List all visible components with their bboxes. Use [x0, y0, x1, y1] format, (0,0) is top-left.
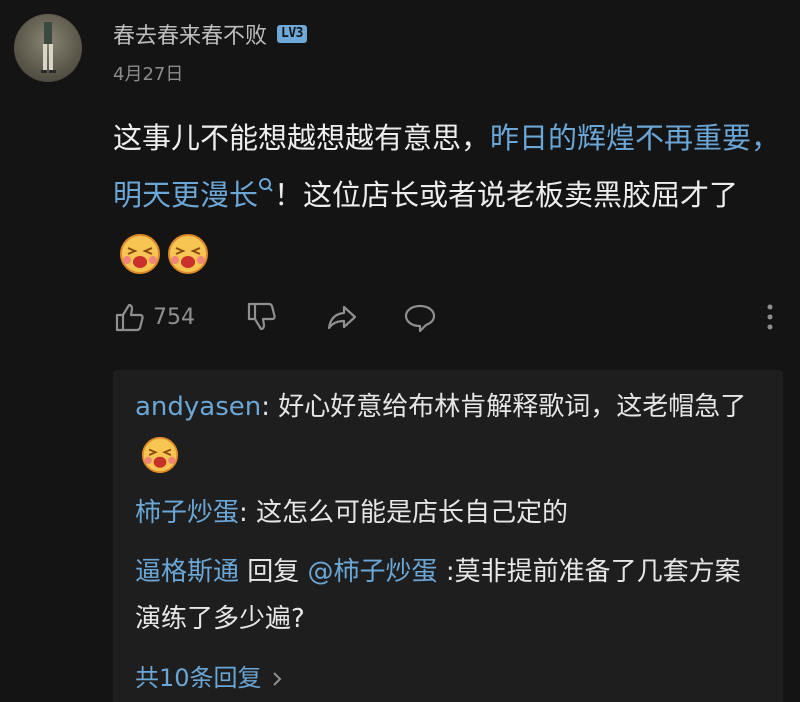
reply-word: 回复 — [239, 557, 308, 587]
laughing-face-emoji-icon — [120, 234, 160, 274]
reply-separator: : — [239, 498, 257, 528]
dislike-button[interactable] — [245, 300, 279, 334]
reply-item[interactable]: 柿子炒蛋: 这怎么可能是店长自己定的 — [135, 490, 763, 537]
reply-author[interactable]: 逼格斯通 — [135, 557, 239, 587]
author-name[interactable]: 春去春来春不败 — [113, 18, 267, 50]
avatar[interactable] — [14, 14, 82, 82]
comment-author[interactable]: 春去春来春不败 LV3 — [113, 18, 307, 50]
like-button[interactable]: 754 — [113, 300, 195, 334]
comment-icon — [404, 304, 436, 333]
search-icon — [259, 178, 273, 192]
view-more-replies-link[interactable]: 共10条回复 — [135, 655, 763, 702]
reply-text: 这怎么可能是店长自己定的 — [256, 498, 569, 528]
comment-actions: 754 — [113, 300, 783, 340]
comment-text-part: 这事儿不能想越想越有意思， — [113, 121, 491, 155]
avatar-figure-icon — [41, 22, 56, 73]
thumbs-down-icon — [247, 302, 276, 331]
thumbs-up-icon — [115, 303, 144, 332]
reply-mention[interactable]: @柿子炒蛋 — [308, 557, 438, 587]
reply-item[interactable]: andyasen: 好心好意给布林肯解释歌词，这老帽急了 — [135, 384, 763, 478]
reply-item[interactable]: 逼格斯通 回复 @柿子炒蛋 :莫非提前准备了几套方案演练了多少遍? — [135, 549, 763, 643]
share-button[interactable] — [325, 300, 359, 334]
reply-author[interactable]: 柿子炒蛋 — [135, 498, 239, 528]
more-icon — [767, 304, 773, 330]
reply-separator: : — [261, 392, 279, 422]
like-count: 754 — [153, 304, 195, 330]
more-options-button[interactable] — [753, 300, 787, 334]
laughing-face-emoji-icon — [168, 234, 208, 274]
reply-author[interactable]: andyasen — [135, 392, 261, 422]
reply-button[interactable] — [403, 300, 437, 334]
chevron-right-icon — [272, 671, 281, 686]
comment-date: 4月27日 — [113, 64, 184, 85]
reply-text: 好心好意给布林肯解释歌词，这老帽急了 — [278, 392, 747, 422]
share-icon — [327, 305, 357, 330]
laughing-face-emoji-icon — [141, 436, 179, 473]
comment-text: 这事儿不能想越想越有意思，昨日的辉煌不再重要，明天更漫长 ！这位店长或者说老板卖黑… — [113, 110, 783, 281]
level-badge: LV3 — [277, 25, 307, 43]
replies-panel: andyasen: 好心好意给布林肯解释歌词，这老帽急了 柿子炒蛋: 这怎么可能… — [113, 370, 783, 702]
more-replies-label[interactable]: 共10条回复 — [135, 655, 262, 702]
comment-text-part: ！这位店长或者说老板卖黑胶屈才了 — [274, 178, 739, 212]
